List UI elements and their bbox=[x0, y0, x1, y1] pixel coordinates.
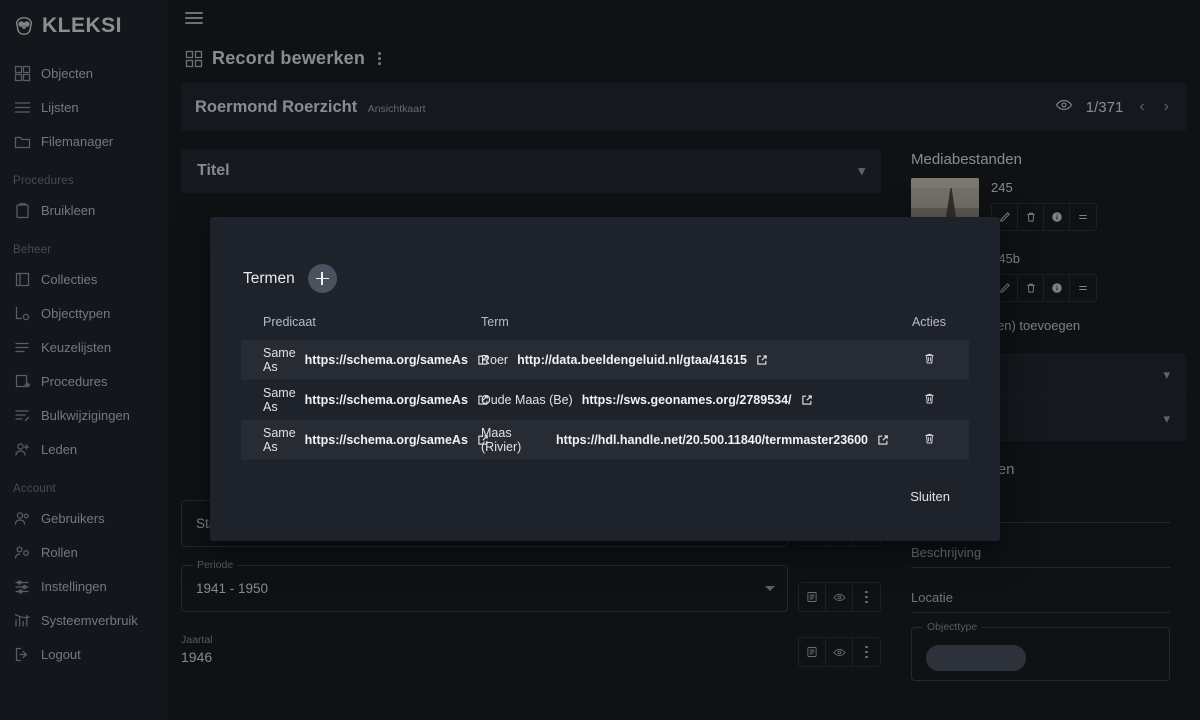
plus-icon bbox=[316, 272, 329, 285]
cell-predicaat: Same As https://schema.org/sameAs bbox=[241, 346, 481, 374]
cell-term: Roer http://data.beeldengeluid.nl/gtaa/41… bbox=[481, 353, 889, 367]
external-link-icon[interactable] bbox=[801, 394, 813, 406]
column-header-term: Term bbox=[481, 315, 889, 329]
trash-icon[interactable] bbox=[923, 432, 936, 448]
cell-predicaat: Same As https://schema.org/sameAs bbox=[241, 426, 481, 454]
table-row[interactable]: Same As https://schema.org/sameAs Maas (Ri… bbox=[241, 420, 969, 460]
add-term-button[interactable] bbox=[308, 264, 337, 293]
column-header-predicaat: Predicaat bbox=[241, 315, 481, 329]
cell-term: Maas (Rivier) https://hdl.handle.net/20.5… bbox=[481, 426, 889, 454]
trash-icon[interactable] bbox=[923, 352, 936, 368]
term-label: Roer bbox=[481, 353, 508, 367]
predicate-url[interactable]: https://schema.org/sameAs bbox=[305, 433, 468, 447]
predicate-label: Same As bbox=[263, 386, 296, 414]
table-row[interactable]: Same As https://schema.org/sameAs Oude Maa… bbox=[241, 380, 969, 420]
term-label: Oude Maas (Be) bbox=[481, 393, 573, 407]
modal-header: Termen bbox=[210, 217, 1000, 293]
predicate-url[interactable]: https://schema.org/sameAs bbox=[305, 353, 468, 367]
close-modal-button[interactable]: Sluiten bbox=[900, 482, 960, 511]
term-label: Maas (Rivier) bbox=[481, 426, 547, 454]
termen-modal: Termen Predicaat Term Acties Same As http… bbox=[210, 217, 1000, 541]
trash-icon[interactable] bbox=[923, 392, 936, 408]
modal-title: Termen bbox=[243, 270, 295, 288]
predicate-label: Same As bbox=[263, 346, 296, 374]
termen-table: Predicaat Term Acties Same As https://sch… bbox=[241, 315, 969, 460]
column-header-acties: Acties bbox=[889, 315, 969, 329]
external-link-icon[interactable] bbox=[756, 354, 768, 366]
table-row[interactable]: Same As https://schema.org/sameAs Roer http… bbox=[241, 340, 969, 380]
cell-predicaat: Same As https://schema.org/sameAs bbox=[241, 386, 481, 414]
external-link-icon[interactable] bbox=[877, 434, 889, 446]
table-header: Predicaat Term Acties bbox=[241, 315, 969, 340]
term-url[interactable]: http://data.beeldengeluid.nl/gtaa/41615 bbox=[517, 353, 747, 367]
cell-term: Oude Maas (Be) https://sws.geonames.org/2… bbox=[481, 393, 889, 407]
app-root: KLEKSI ObjectenLijstenFilemanagerProcedu… bbox=[0, 0, 1200, 720]
term-url[interactable]: https://hdl.handle.net/20.500.11840/term… bbox=[556, 433, 868, 447]
predicate-url[interactable]: https://schema.org/sameAs bbox=[305, 393, 468, 407]
cell-acties bbox=[889, 432, 969, 448]
table-body: Same As https://schema.org/sameAs Roer http… bbox=[241, 340, 969, 460]
cell-acties bbox=[889, 392, 969, 408]
predicate-label: Same As bbox=[263, 426, 296, 454]
cell-acties bbox=[889, 352, 969, 368]
modal-footer: Sluiten bbox=[210, 460, 1000, 511]
term-url[interactable]: https://sws.geonames.org/2789534/ bbox=[582, 393, 792, 407]
